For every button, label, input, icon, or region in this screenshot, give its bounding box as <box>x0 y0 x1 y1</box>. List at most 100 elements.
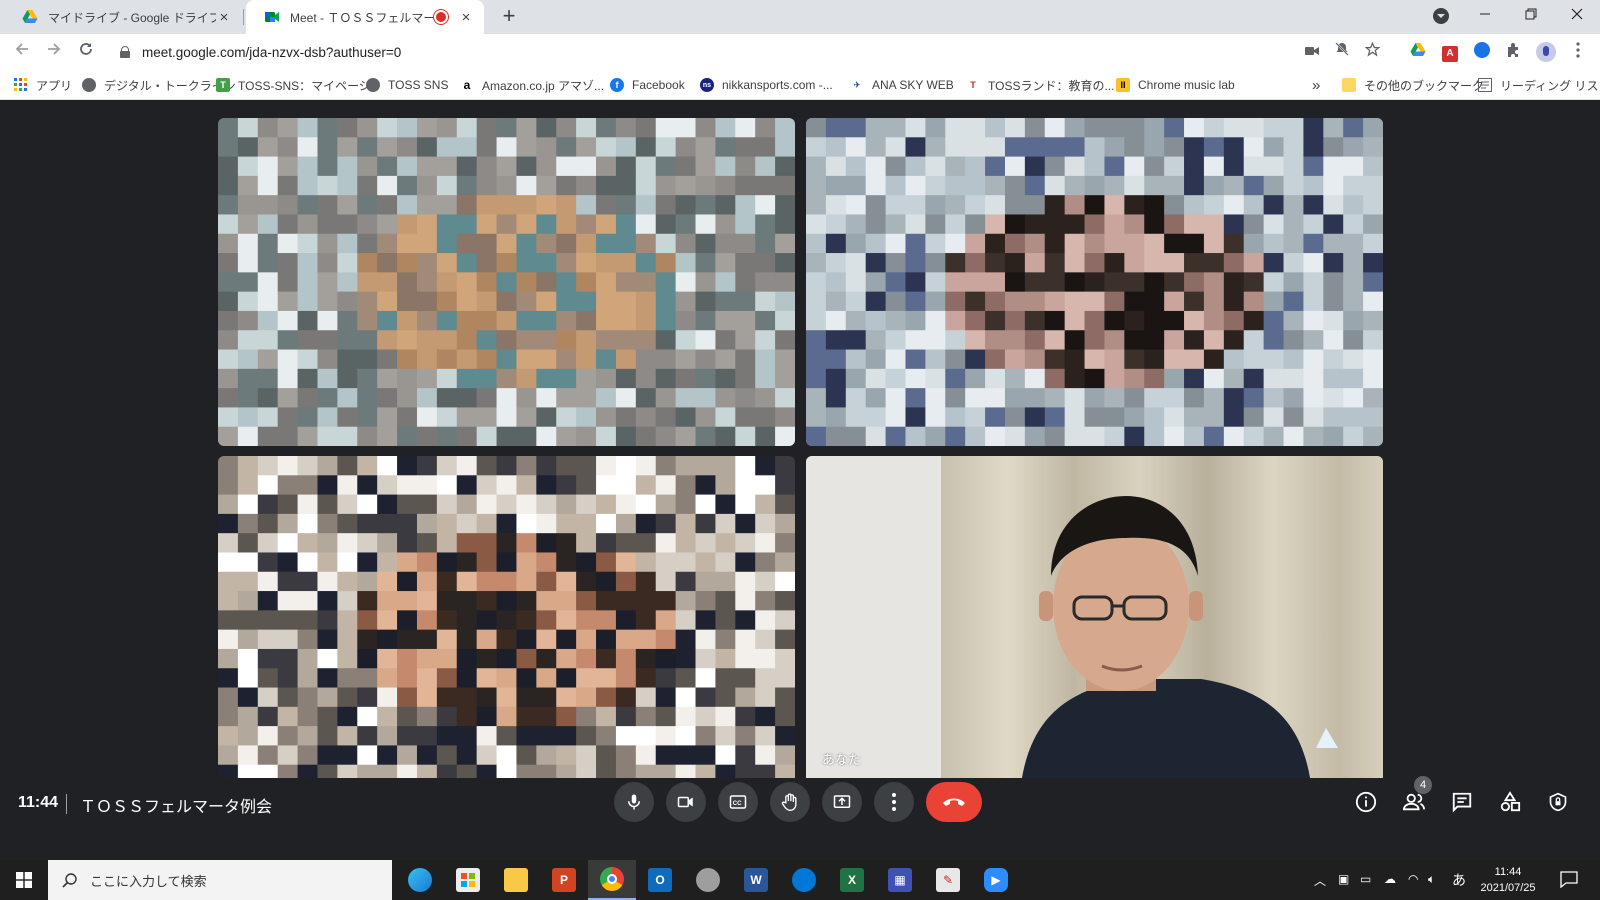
tab-google-drive[interactable]: マイドライブ - Google ドライブ × <box>4 0 242 34</box>
globe-icon <box>82 78 96 92</box>
bookmark-toss-sns-mypage[interactable]: T TOSS-SNS：マイページ <box>216 76 371 94</box>
profile-avatar-icon[interactable] <box>1536 42 1556 62</box>
hand-icon <box>781 793 797 812</box>
blue-extension-icon[interactable] <box>1472 42 1492 62</box>
zoom-icon: ▶ <box>984 868 1008 892</box>
forward-button[interactable] <box>42 40 66 64</box>
people-icon <box>1402 793 1425 811</box>
info-icon <box>1355 791 1377 813</box>
taskbar-notepad[interactable]: ✎ <box>924 860 972 900</box>
participant-video-blurred <box>218 118 795 446</box>
participant-count-badge: 4 <box>1414 776 1432 794</box>
volume-icon[interactable]: 🔈︎ <box>1428 872 1435 887</box>
bookmark-apps[interactable]: アプリ <box>14 76 72 94</box>
notifications-blocked-icon[interactable] <box>1332 42 1352 62</box>
hang-up-icon <box>943 798 965 806</box>
bookmark-nikkansports[interactable]: ns nikkansports.com -... <box>700 76 833 94</box>
captions-button[interactable]: CC <box>718 782 758 822</box>
battery-icon[interactable]: ▭ <box>1360 872 1371 886</box>
taskbar-calculator[interactable]: ▦ <box>876 860 924 900</box>
microphone-button[interactable] <box>614 782 654 822</box>
close-window-button[interactable] <box>1554 0 1600 32</box>
more-menu-icon[interactable] <box>1568 42 1588 62</box>
closed-captions-icon: CC <box>729 795 747 809</box>
activities-button[interactable] <box>1498 790 1522 814</box>
camera-button[interactable] <box>666 782 706 822</box>
google-meet-icon <box>264 9 280 25</box>
taskbar-outlook[interactable]: O <box>636 860 684 900</box>
participant-video-blurred <box>218 456 795 784</box>
taskbar-zoom[interactable]: ▶ <box>972 860 1020 900</box>
bookmarks-overflow-button[interactable]: » <box>1312 76 1320 94</box>
bookmark-label: アプリ <box>36 78 73 93</box>
taskbar-paint[interactable] <box>684 860 732 900</box>
apps-grid-icon <box>14 78 28 92</box>
bookmark-chrome-music-lab[interactable]: II Chrome music lab <box>1116 76 1235 94</box>
onedrive-cloud-icon[interactable]: ☁ <box>1384 872 1396 886</box>
folder-icon <box>1342 78 1356 92</box>
shapes-icon <box>1500 791 1521 812</box>
google-drive-extension-icon[interactable] <box>1408 42 1428 62</box>
new-tab-button[interactable]: + <box>496 4 522 30</box>
extensions-puzzle-icon[interactable] <box>1504 42 1524 62</box>
other-bookmarks-folder[interactable]: その他のブックマーク <box>1342 76 1484 94</box>
bookmark-label: Amazon.co.jp アマゾ... <box>482 78 605 93</box>
back-button[interactable] <box>10 40 34 64</box>
windows-taskbar: ここに入力して検索 P O W X ▦ ✎ ▶ ︿ ▣ ▭ ☁ ◠ 🔈︎ あ 1… <box>0 860 1600 900</box>
taskbar-store[interactable] <box>444 860 492 900</box>
taskbar-file-explorer[interactable] <box>492 860 540 900</box>
taskbar-powerpoint[interactable]: P <box>540 860 588 900</box>
participant-video-tile[interactable] <box>218 456 795 784</box>
camera-in-use-icon[interactable] <box>1302 42 1322 62</box>
wifi-icon[interactable]: ◠ <box>1408 872 1418 886</box>
restore-icon <box>1525 8 1537 20</box>
close-tab-icon[interactable]: × <box>458 9 474 26</box>
start-button[interactable] <box>0 860 48 900</box>
taskbar-edge[interactable] <box>396 860 444 900</box>
bookmark-toss-sns[interactable]: TOSS SNS <box>366 76 448 94</box>
acrobat-extension-icon[interactable]: A <box>1440 42 1460 62</box>
bookmark-star-icon[interactable] <box>1362 41 1382 62</box>
taskbar-clock[interactable]: 11:44 2021/07/25 <box>1466 864 1550 896</box>
chevron-down-icon <box>1433 8 1449 25</box>
meeting-details-button[interactable] <box>1354 790 1378 814</box>
self-video-tile[interactable]: あなた <box>806 456 1383 784</box>
google-drive-icon <box>22 9 38 25</box>
raise-hand-button[interactable] <box>770 782 810 822</box>
restore-button[interactable] <box>1508 0 1554 32</box>
minimize-button[interactable] <box>1462 0 1508 32</box>
browser-toolbar: meet.google.com/jda-nzvx-dsb?authuser=0 … <box>0 34 1600 70</box>
bookmark-ana-sky-web[interactable]: ✈ ANA SKY WEB <box>850 76 954 94</box>
edge-legacy-icon <box>792 868 816 892</box>
taskbar-edge-legacy[interactable] <box>780 860 828 900</box>
participant-video-tile-active-speaker[interactable] <box>806 118 1383 446</box>
globe-icon <box>366 78 380 92</box>
reading-list-button[interactable]: リーディング リスト <box>1478 76 1600 94</box>
reload-button[interactable] <box>74 40 98 64</box>
taskbar-excel[interactable]: X <box>828 860 876 900</box>
close-tab-icon[interactable]: × <box>216 9 232 26</box>
chat-button[interactable] <box>1450 790 1474 814</box>
host-controls-button[interactable] <box>1546 790 1570 814</box>
tray-chevron-up-icon[interactable]: ︿ <box>1314 872 1326 889</box>
bookmark-digital-talkline[interactable]: デジタル・トークライン <box>82 76 236 94</box>
end-call-button[interactable] <box>926 782 982 822</box>
tab-search-button[interactable] <box>1418 0 1464 32</box>
chrome-music-lab-icon: II <box>1116 78 1130 92</box>
tab-google-meet[interactable]: Meet - ＴＯＳＳフェルマータ例 × <box>246 0 484 34</box>
bookmark-label: ANA SKY WEB <box>872 78 954 92</box>
bookmark-facebook[interactable]: f Facebook <box>610 76 685 94</box>
ime-indicator[interactable]: あ <box>1452 870 1466 890</box>
taskbar-chrome[interactable] <box>588 860 636 900</box>
address-bar[interactable]: meet.google.com/jda-nzvx-dsb?authuser=0 <box>108 38 1288 66</box>
bookmark-amazon[interactable]: a Amazon.co.jp アマゾ... <box>460 76 604 94</box>
taskbar-word[interactable]: W <box>732 860 780 900</box>
present-screen-button[interactable] <box>822 782 862 822</box>
search-icon <box>62 873 77 888</box>
bookmark-tossland[interactable]: T TOSSランド：教育の... <box>966 76 1114 94</box>
taskbar-search-input[interactable]: ここに入力して検索 <box>48 860 392 900</box>
participant-video-tile[interactable] <box>218 118 795 446</box>
tray-device-icon[interactable]: ▣ <box>1338 872 1349 886</box>
notification-center-icon[interactable] <box>1560 870 1578 891</box>
more-options-button[interactable] <box>874 782 914 822</box>
